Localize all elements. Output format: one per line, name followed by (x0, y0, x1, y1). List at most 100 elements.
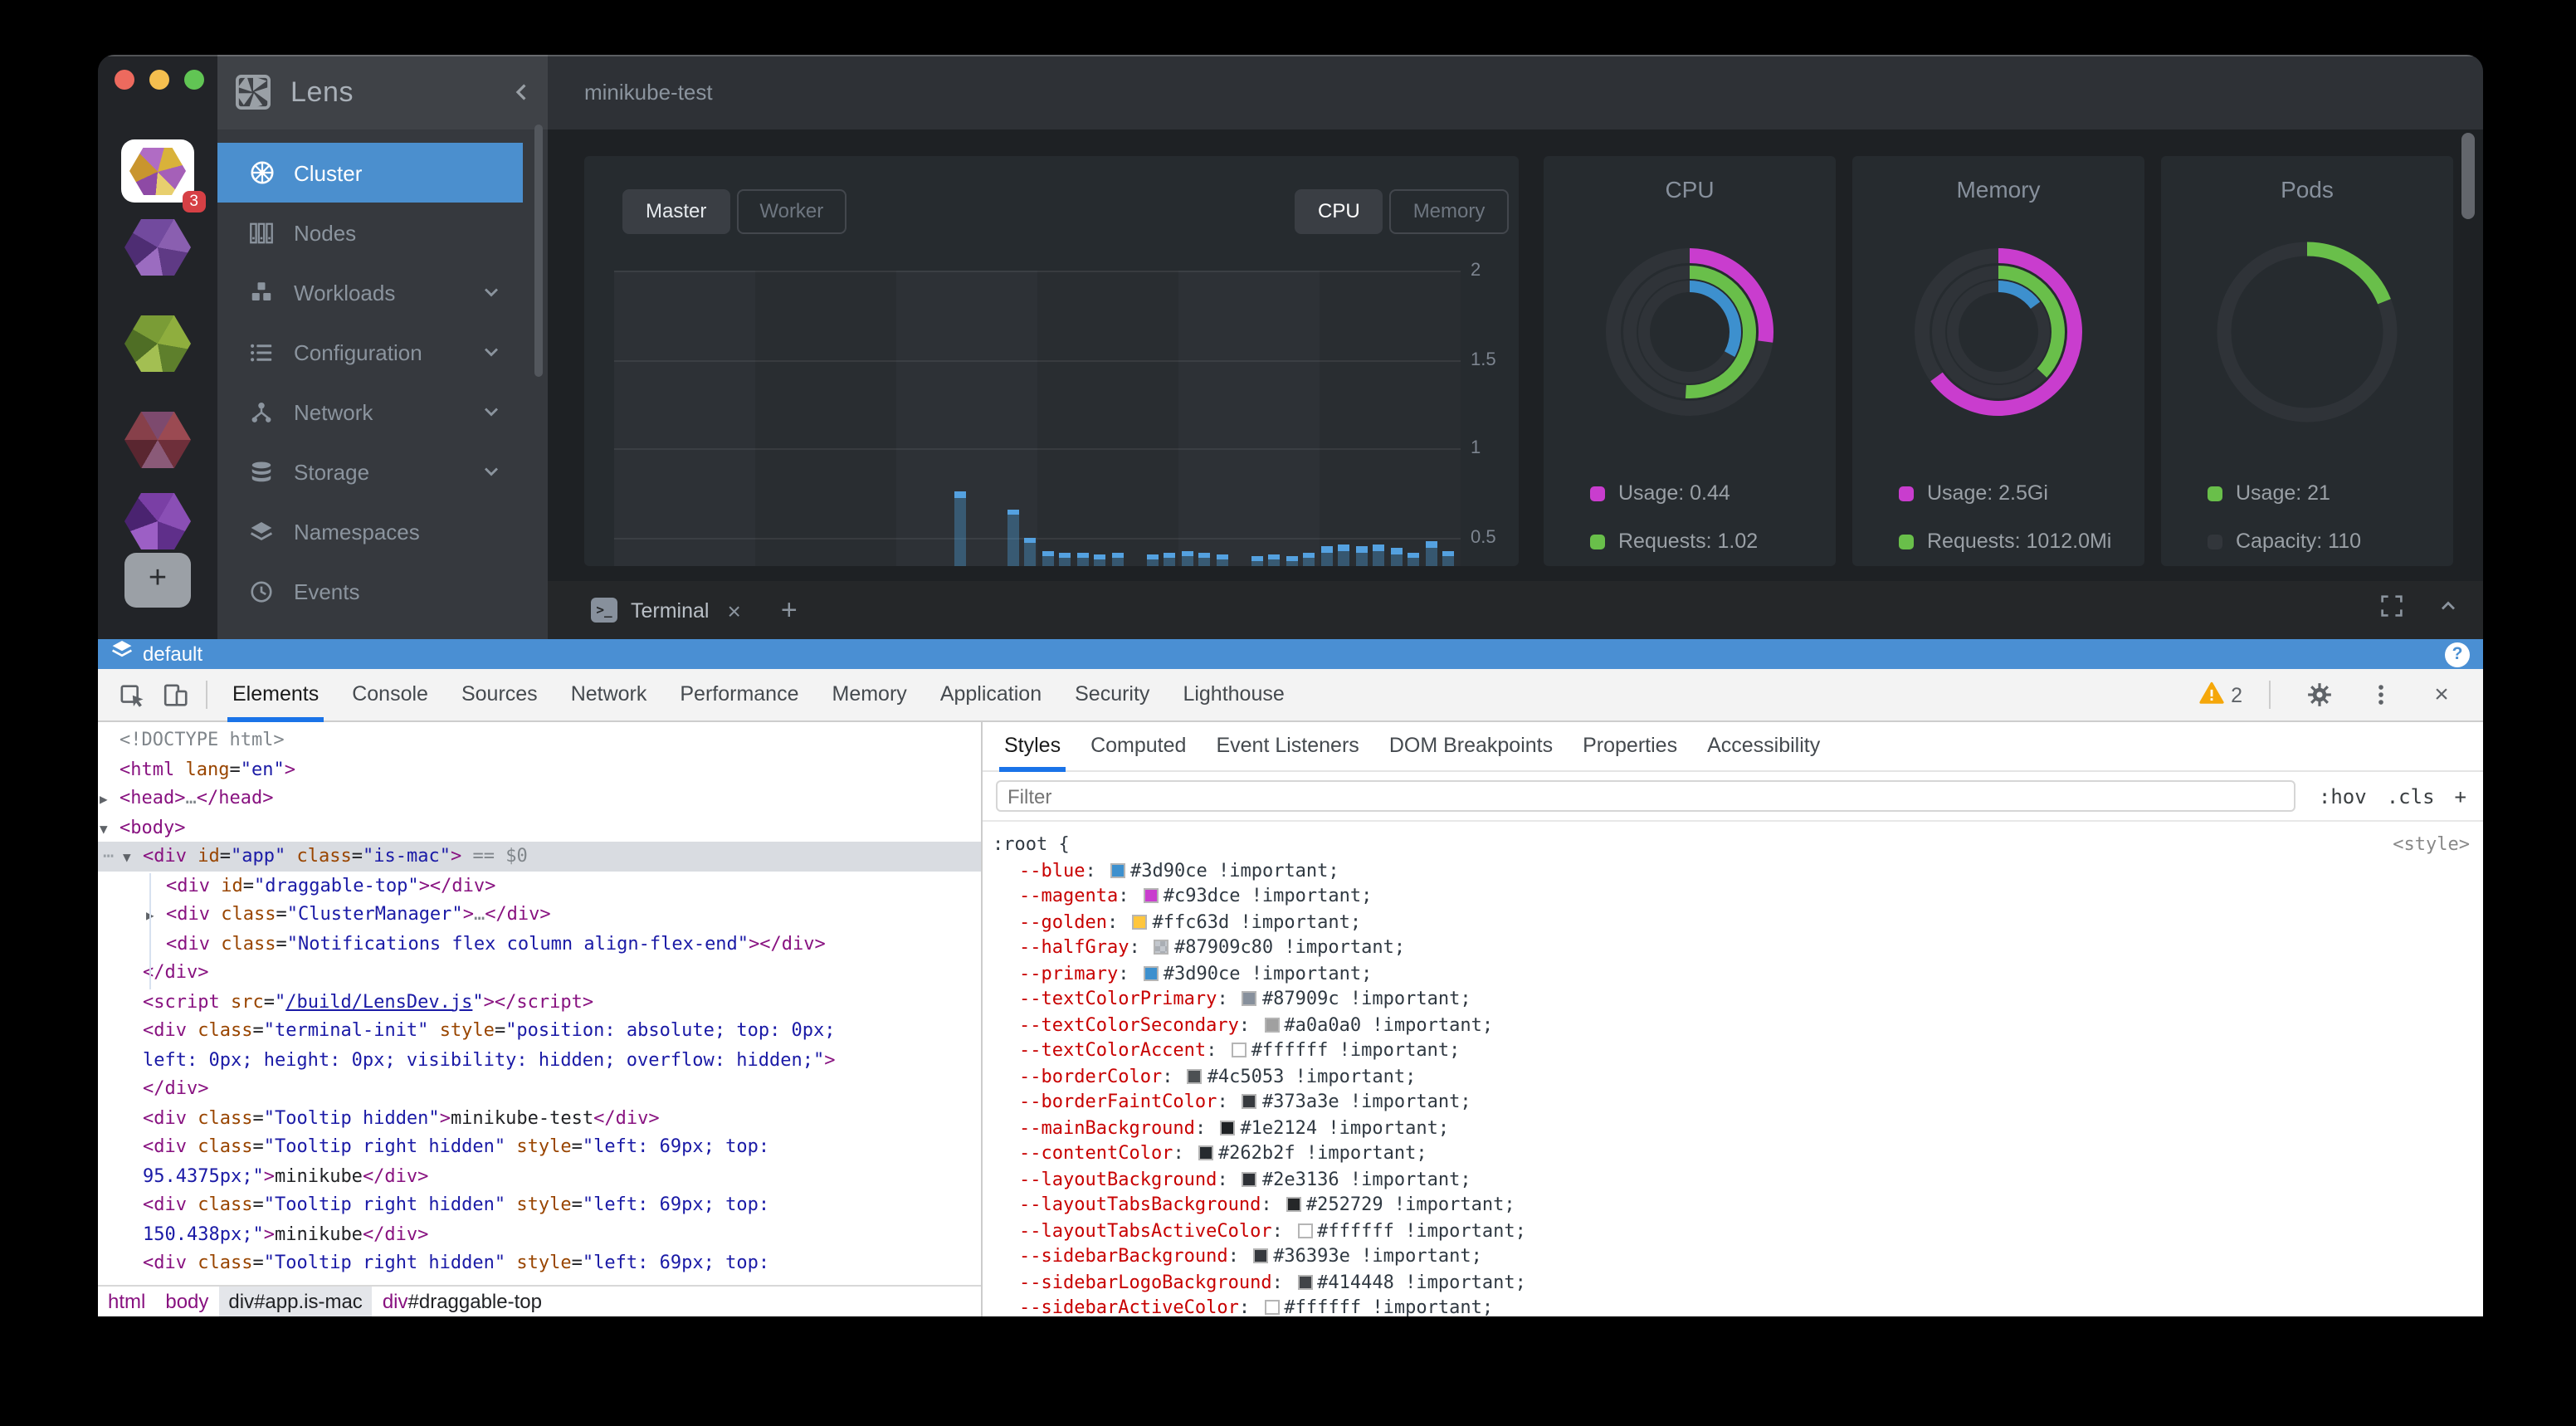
cluster-minikube-test[interactable]: 3 (98, 139, 217, 203)
css-property-line[interactable]: --halfGray: #87909c80 !important; (993, 935, 2470, 960)
color-swatch[interactable] (1297, 1274, 1312, 1289)
styles-tab-accessibility[interactable]: Accessibility (1692, 721, 1835, 771)
traffic-light[interactable] (115, 70, 134, 90)
dom-breadcrumb[interactable]: html (98, 1287, 155, 1316)
css-property-line[interactable]: --sidebarBackground: #36393e !important; (993, 1243, 2470, 1269)
css-property-line[interactable]: --borderFaintColor: #373a3e !important; (993, 1089, 2470, 1115)
dom-tree-line[interactable]: ⋯▼<div id="app" class="is-mac"> == $0 (98, 842, 981, 871)
expand-arrow-icon[interactable]: ▼ (100, 814, 108, 843)
css-property-line[interactable]: --textColorPrimary: #87909c !important; (993, 986, 2470, 1012)
dom-tree-line[interactable]: <script src="/build/LensDev.js"></script… (98, 987, 981, 1016)
color-swatch[interactable] (1242, 991, 1257, 1006)
styles-tab-event-listeners[interactable]: Event Listeners (1201, 721, 1373, 771)
sidebar-scrollbar[interactable] (534, 125, 543, 377)
dom-breadcrumb[interactable]: body (155, 1287, 218, 1316)
new-style-rule-button[interactable]: + (2455, 784, 2466, 808)
add-cluster-button[interactable]: + (124, 553, 191, 608)
dom-breadcrumb[interactable]: div#app.is-mac (218, 1287, 372, 1316)
css-property-line[interactable]: --blue: #3d90ce !important; (993, 857, 2470, 883)
css-property-line[interactable]: --magenta: #c93dce !important; (993, 883, 2470, 909)
chevron-down-icon[interactable] (480, 281, 503, 304)
settings-gear-icon[interactable] (2297, 673, 2340, 716)
expand-arrow-icon[interactable]: ▼ (123, 843, 131, 872)
color-swatch[interactable] (1110, 862, 1125, 877)
dom-tree-line[interactable]: ▼<body> (98, 813, 981, 842)
close-devtools-icon[interactable]: × (2420, 673, 2463, 716)
help-button[interactable]: ? (2445, 642, 2470, 667)
expand-arrow-icon[interactable]: ▶ (100, 785, 108, 814)
sidebar-collapse-icon[interactable] (510, 80, 534, 105)
color-swatch[interactable] (1144, 888, 1159, 903)
sidebar-item-configuration[interactable]: Configuration (217, 322, 523, 382)
css-property-line[interactable]: --layoutBackground: #2e3136 !important; (993, 1166, 2470, 1192)
cluster-3[interactable] (98, 315, 217, 372)
color-swatch[interactable] (1264, 1017, 1279, 1032)
warnings-badge[interactable]: 2 (2199, 680, 2242, 710)
terminal-collapse-icon[interactable] (2437, 594, 2460, 626)
dom-tree-line[interactable]: <html lang="en"> (98, 755, 981, 784)
dom-tree-line[interactable]: <!DOCTYPE html> (98, 725, 981, 755)
dom-tree-line[interactable]: <div class="Tooltip right hidden" style=… (98, 1132, 981, 1161)
dom-tree-line[interactable]: </div> (98, 1074, 981, 1103)
css-property-line[interactable]: --golden: #ffc63d !important; (993, 909, 2470, 935)
devtools-tab-console[interactable]: Console (335, 668, 445, 721)
color-swatch[interactable] (1132, 914, 1147, 929)
color-swatch[interactable] (1242, 1094, 1257, 1109)
dom-tree-line[interactable]: 95.4375px;">minikube</div> (98, 1161, 981, 1190)
styles-tab-computed[interactable]: Computed (1076, 721, 1201, 771)
color-swatch[interactable] (1253, 1248, 1268, 1263)
sidebar-item-storage[interactable]: Storage (217, 442, 523, 501)
terminal-tab[interactable]: Terminal (631, 598, 710, 622)
color-swatch[interactable] (1297, 1223, 1312, 1238)
dom-tree-line[interactable]: ▶<head>…</head> (98, 784, 981, 813)
dom-tree-line[interactable]: ▶<div class="ClusterManager">…</div> (98, 900, 981, 929)
color-swatch[interactable] (1220, 1120, 1235, 1135)
color-swatch[interactable] (1286, 1197, 1301, 1212)
sidebar-item-network[interactable]: Network (217, 382, 523, 442)
css-property-line[interactable]: --mainBackground: #1e2124 !important; (993, 1115, 2470, 1140)
dom-tree-line[interactable]: <div class="Tooltip right hidden" style=… (98, 1190, 981, 1219)
css-property-line[interactable]: --sidebarLogoBackground: #414448 !import… (993, 1269, 2470, 1295)
css-property-line[interactable]: --primary: #3d90ce !important; (993, 960, 2470, 986)
css-property-line[interactable]: --textColorAccent: #ffffff !important; (993, 1038, 2470, 1063)
chevron-down-icon[interactable] (480, 400, 503, 423)
sidebar-item-cluster[interactable]: Cluster (217, 143, 523, 203)
traffic-light[interactable] (184, 70, 204, 90)
devtools-tab-network[interactable]: Network (554, 668, 664, 721)
devtools-tab-lighthouse[interactable]: Lighthouse (1166, 668, 1300, 721)
dom-breadcrumb[interactable]: div#draggable-top (373, 1287, 552, 1316)
terminal-fullscreen-icon[interactable] (2380, 594, 2403, 626)
css-property-line[interactable]: --contentColor: #262b2f !important; (993, 1140, 2470, 1166)
styles-tab-properties[interactable]: Properties (1568, 721, 1692, 771)
dom-tree-line[interactable]: </div> (98, 958, 981, 987)
sidebar-item-nodes[interactable]: Nodes (217, 203, 523, 262)
terminal-add-icon[interactable]: + (781, 593, 798, 627)
color-swatch[interactable] (1154, 940, 1169, 955)
dom-tree-line[interactable]: <div class="terminal-init" style="positi… (98, 1016, 981, 1045)
terminal-close-icon[interactable]: × (728, 597, 741, 623)
css-property-line[interactable]: --sidebarActiveColor: #ffffff !important… (993, 1295, 2470, 1316)
devtools-tab-elements[interactable]: Elements (216, 668, 335, 721)
color-swatch[interactable] (1264, 1300, 1279, 1315)
devtools-tab-security[interactable]: Security (1058, 668, 1166, 721)
css-property-line[interactable]: --layoutTabsActiveColor: #ffffff !import… (993, 1218, 2470, 1243)
dom-tree-line[interactable]: <div class="Notifications flex column al… (98, 929, 981, 958)
dom-tree-line[interactable]: <div class="Tooltip right hidden" style=… (98, 1248, 981, 1277)
sidebar-item-namespaces[interactable]: Namespaces (217, 501, 523, 561)
devtools-tab-sources[interactable]: Sources (445, 668, 554, 721)
styles-filter-input[interactable] (996, 780, 2295, 812)
pseudo-state-toggle[interactable]: :hov (2319, 784, 2367, 808)
chevron-down-icon[interactable] (480, 340, 503, 364)
color-swatch[interactable] (1232, 1043, 1247, 1057)
styles-tab-styles[interactable]: Styles (989, 721, 1076, 771)
devtools-tab-memory[interactable]: Memory (816, 668, 924, 721)
color-swatch[interactable] (1198, 1145, 1213, 1160)
dom-tree-line[interactable]: <div class="Tooltip hidden">minikube-tes… (98, 1103, 981, 1132)
chevron-down-icon[interactable] (480, 460, 503, 483)
stylesheet-origin[interactable]: <style> (2393, 832, 2470, 857)
cluster-2[interactable] (98, 219, 217, 276)
color-swatch[interactable] (1242, 1171, 1257, 1186)
styles-tab-dom-breakpoints[interactable]: DOM Breakpoints (1374, 721, 1568, 771)
dom-tree-line[interactable]: <div id="draggable-top"></div> (98, 871, 981, 900)
device-toolbar-icon[interactable] (154, 673, 198, 716)
